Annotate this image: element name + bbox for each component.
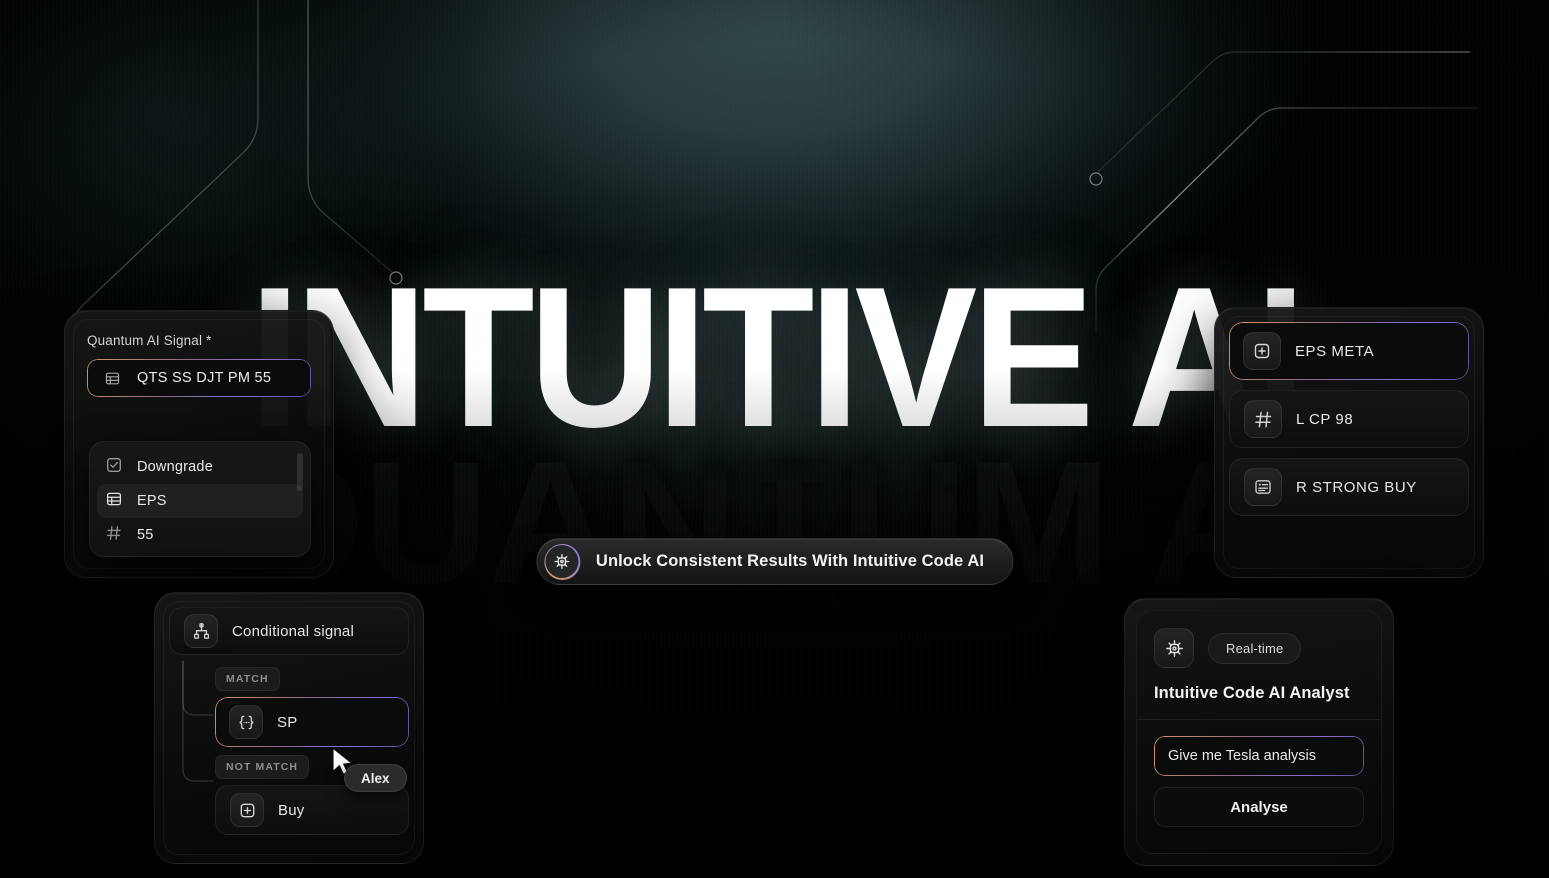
table-icon bbox=[105, 490, 123, 513]
signal-field-label: Quantum AI Signal * bbox=[87, 333, 212, 348]
collaborator-cursor-label: Alex bbox=[344, 764, 407, 792]
signal-row-label: R STRONG BUY bbox=[1296, 478, 1417, 496]
signal-row-label: L CP 98 bbox=[1296, 410, 1354, 428]
analyse-button[interactable]: Analyse bbox=[1154, 787, 1364, 827]
signal-row-l-cp-98[interactable]: L CP 98 bbox=[1229, 390, 1469, 448]
hash-icon bbox=[105, 524, 123, 547]
analyst-card: Real-time Intuitive Code AI Analyst Give… bbox=[1124, 598, 1394, 866]
analyst-title: Intuitive Code AI Analyst bbox=[1154, 684, 1350, 702]
dropdown-item-eps[interactable]: EPS bbox=[97, 484, 303, 518]
conditional-not-match-row[interactable]: Buy bbox=[215, 785, 409, 835]
braces-icon bbox=[229, 705, 263, 739]
branch-connector-lines bbox=[182, 661, 213, 782]
hero-page: QUANTUM AI INTUITIVE AI Unlock Consisten… bbox=[0, 0, 1549, 878]
table-icon bbox=[101, 367, 123, 389]
conditional-not-match-label: Buy bbox=[278, 801, 305, 819]
checkbox-check-icon bbox=[105, 456, 123, 479]
analyst-prompt-input[interactable]: Give me Tesla analysis bbox=[1154, 736, 1364, 776]
dropdown-item-55[interactable]: 55 bbox=[97, 518, 303, 552]
conditional-match-label: SP bbox=[277, 713, 298, 731]
conditional-match-row[interactable]: SP bbox=[215, 697, 409, 747]
signal-select-field[interactable]: QTS SS DJT PM 55 bbox=[87, 359, 311, 397]
analyst-prompt-value: Give me Tesla analysis bbox=[1168, 748, 1317, 764]
signal-dropdown-list: Downgrade EPS 55 bbox=[89, 441, 311, 557]
dropdown-item-label: 55 bbox=[137, 527, 154, 543]
page-title: INTUITIVE AI bbox=[248, 246, 1306, 469]
analyst-divider bbox=[1137, 719, 1381, 720]
signal-row-label: EPS META bbox=[1295, 342, 1375, 360]
signals-list-card: EPS META L CP 98 R STRONG BUY bbox=[1214, 307, 1484, 578]
unlock-cta-button[interactable]: Unlock Consistent Results With Intuitive… bbox=[535, 538, 1014, 585]
not-match-chip: NOT MATCH bbox=[215, 755, 310, 779]
dropdown-item-downgrade[interactable]: Downgrade bbox=[97, 450, 303, 484]
signal-row-eps-meta[interactable]: EPS META bbox=[1229, 322, 1469, 380]
conditional-branches: MATCH SP NOT MATCH Buy bbox=[169, 661, 409, 835]
conditional-signal-header-row[interactable]: Conditional signal bbox=[169, 607, 409, 655]
dropdown-item-label: EPS bbox=[137, 493, 167, 509]
conditional-signal-card: Conditional signal MATCH SP NOT MATCH Bu… bbox=[154, 592, 424, 864]
quantum-ai-signal-card: Quantum AI Signal * QTS SS DJT PM 55 Dow… bbox=[64, 310, 334, 578]
realtime-badge[interactable]: Real-time bbox=[1208, 632, 1302, 664]
signal-selected-value: QTS SS DJT PM 55 bbox=[137, 370, 272, 386]
dropdown-item-label: Downgrade bbox=[137, 459, 213, 475]
chip-gear-icon bbox=[543, 543, 580, 580]
unlock-cta-label: Unlock Consistent Results With Intuitive… bbox=[595, 552, 985, 570]
chip-gear-icon bbox=[1154, 628, 1194, 668]
card-list-icon bbox=[1244, 468, 1282, 506]
dropdown-scrollbar-thumb[interactable] bbox=[297, 453, 303, 491]
conditional-signal-title: Conditional signal bbox=[232, 622, 355, 640]
branch-icon bbox=[184, 614, 218, 648]
plus-square-icon bbox=[230, 793, 264, 827]
plus-square-icon bbox=[1243, 332, 1281, 370]
match-chip: MATCH bbox=[215, 667, 280, 691]
signal-row-r-strong-buy[interactable]: R STRONG BUY bbox=[1229, 458, 1469, 516]
hash-icon bbox=[1244, 400, 1282, 438]
